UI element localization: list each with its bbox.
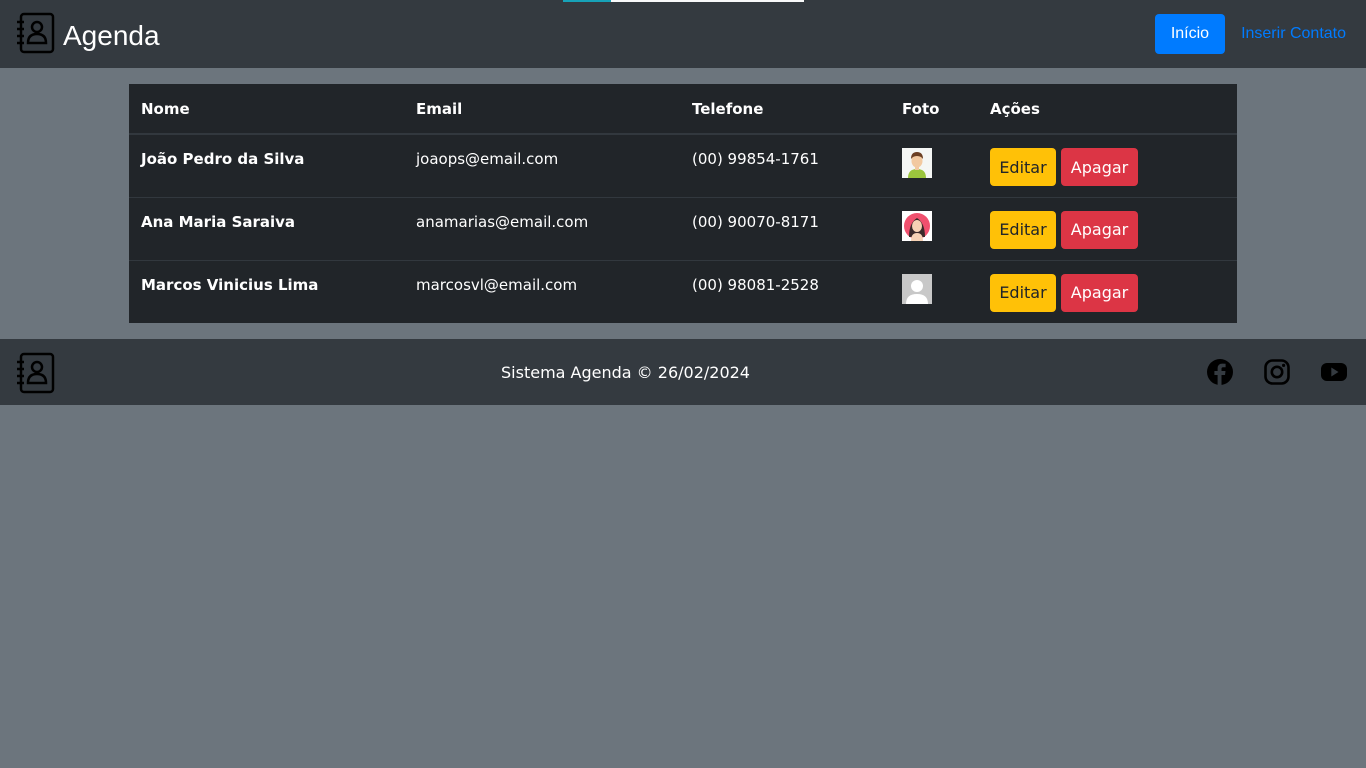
column-header-acoes: Ações [978,84,1237,135]
delete-button[interactable]: Apagar [1061,210,1138,249]
column-header-email: Email [404,84,680,135]
facebook-icon[interactable] [1206,358,1234,386]
contact-name: Ana Maria Saraiva [129,196,404,260]
edit-button[interactable]: Editar [990,148,1056,186]
footer-copyright: Sistema Agenda © 26/02/2024 [501,362,750,382]
nav-links: Início Inserir Contato [1154,14,1346,54]
column-header-foto: Foto [890,84,978,135]
delete-button[interactable]: Apagar [1061,273,1138,312]
table-row: Marcos Vinicius Lima marcosvl@email.com … [129,259,1237,323]
youtube-icon[interactable] [1320,358,1348,386]
contact-name: João Pedro da Silva [129,133,404,197]
loading-bar-fill [563,0,612,2]
brand[interactable]: Agenda [15,12,160,59]
male-avatar-icon [902,148,932,178]
edit-button[interactable]: Editar [990,210,1056,249]
contact-name: Marcos Vinicius Lima [129,259,404,323]
nav-insert-contact-link[interactable]: Inserir Contato [1241,14,1346,54]
contact-email: joaops@email.com [404,133,680,197]
loading-bar [563,0,804,2]
social-links [1177,358,1348,386]
contact-phone: (00) 98081-2528 [680,259,890,323]
instagram-icon[interactable] [1263,358,1291,386]
contact-book-icon [15,12,57,59]
table-row: João Pedro da Silva joaops@email.com (00… [129,133,1237,197]
table-header-row: Nome Email Telefone Foto Ações [129,84,1237,135]
contact-phone: (00) 90070-8171 [680,196,890,260]
footer: Sistema Agenda © 26/02/2024 [0,339,1366,405]
delete-button[interactable]: Apagar [1061,148,1138,186]
default-avatar-icon [902,273,932,304]
column-header-telefone: Telefone [680,84,890,135]
brand-title: Agenda [63,19,160,51]
contact-email: marcosvl@email.com [404,259,680,323]
contact-phone: (00) 99854-1761 [680,133,890,197]
column-header-nome: Nome [129,84,404,135]
nav-home-button[interactable]: Início [1154,14,1226,54]
edit-button[interactable]: Editar [990,273,1056,312]
table-row: Ana Maria Saraiva anamarias@email.com (0… [129,196,1237,260]
female-avatar-icon [902,210,932,241]
contact-email: anamarias@email.com [404,196,680,260]
contacts-table: Nome Email Telefone Foto Ações João Pedr… [129,84,1237,323]
top-navbar: Agenda Início Inserir Contato [0,0,1366,68]
